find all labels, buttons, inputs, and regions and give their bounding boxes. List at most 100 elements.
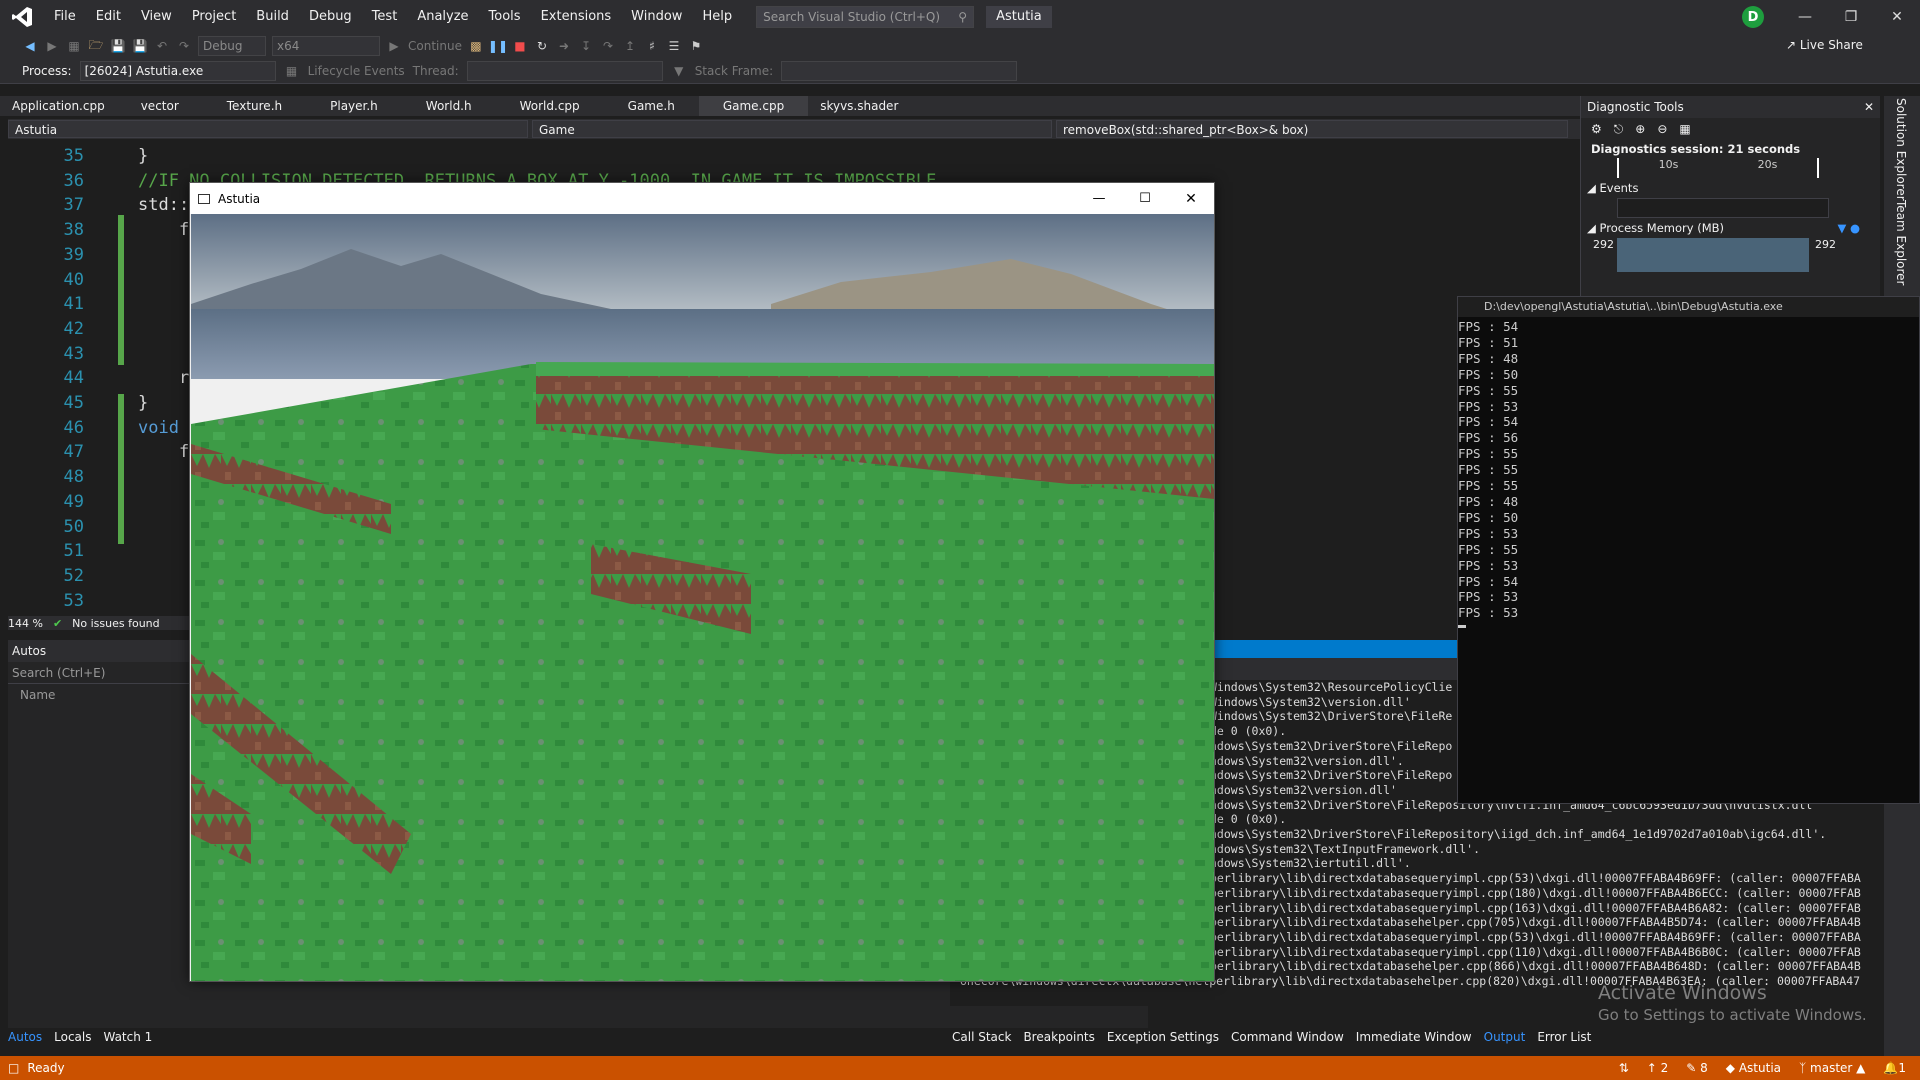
process-combo[interactable]: [26024] Astutia.exe: [79, 60, 276, 81]
menu-file[interactable]: File: [44, 0, 86, 34]
game-close-icon[interactable]: ✕: [1168, 191, 1214, 207]
open-folder-icon[interactable]: 🗁: [88, 38, 104, 54]
menu-project[interactable]: Project: [182, 0, 246, 34]
tab-call-stack[interactable]: Call Stack: [952, 1030, 1011, 1048]
up-arrow-icon[interactable]: ↑ 2: [1647, 1061, 1669, 1075]
issues-status[interactable]: No issues found: [72, 617, 159, 630]
events-section[interactable]: ◢ Events: [1581, 178, 1880, 198]
tab-player-h[interactable]: Player.h: [306, 96, 402, 116]
platform-combo[interactable]: x64: [272, 36, 380, 56]
save-all-icon[interactable]: 💾: [132, 38, 148, 54]
tab-autos[interactable]: Autos: [8, 1030, 42, 1048]
tab-output[interactable]: Output: [1484, 1030, 1526, 1048]
tab-world-cpp[interactable]: World.cpp: [496, 96, 604, 116]
fps-line: FPS : 55: [1458, 462, 1519, 478]
tab-application-cpp[interactable]: Application.cpp: [0, 96, 117, 116]
step-over-icon[interactable]: ↷: [600, 38, 616, 54]
close-icon[interactable]: ✕: [1864, 96, 1874, 118]
step-into-icon[interactable]: ↧: [578, 38, 594, 54]
menu-window[interactable]: Window: [621, 0, 692, 34]
tab-error-list[interactable]: Error List: [1537, 1030, 1591, 1048]
notification-icon[interactable]: 🔔1: [1883, 1061, 1906, 1075]
thread-combo[interactable]: [466, 60, 663, 81]
forward-icon[interactable]: ▶: [44, 38, 60, 54]
menu-build[interactable]: Build: [246, 0, 299, 34]
tab-game-h[interactable]: Game.h: [604, 96, 699, 116]
back-icon[interactable]: ◀: [22, 38, 38, 54]
tab-locals[interactable]: Locals: [54, 1030, 91, 1048]
process-memory-section[interactable]: ◢ Process Memory (MB) ▼ ●: [1581, 218, 1880, 238]
configuration-combo[interactable]: Debug: [198, 36, 266, 56]
stop-icon[interactable]: ■: [512, 38, 528, 54]
tab-vector[interactable]: vector: [117, 96, 203, 116]
tab-exception-settings[interactable]: Exception Settings: [1107, 1030, 1219, 1048]
tab-command-window[interactable]: Command Window: [1231, 1030, 1344, 1048]
zoom-out-icon[interactable]: ⊖: [1657, 122, 1667, 136]
menu-tools[interactable]: Tools: [479, 0, 531, 34]
tab-immediate-window[interactable]: Immediate Window: [1356, 1030, 1472, 1048]
zoom-combo[interactable]: 144 %: [8, 617, 43, 630]
reset-view-icon[interactable]: ▦: [1679, 122, 1690, 136]
game-minimize-icon[interactable]: —: [1076, 191, 1122, 207]
menu-debug[interactable]: Debug: [299, 0, 362, 34]
publish-icon[interactable]: ⇅: [1619, 1061, 1629, 1075]
settings-icon[interactable]: ⚙: [1591, 122, 1602, 136]
branch-name: master: [1810, 1061, 1853, 1075]
team-explorer-tab[interactable]: Team Explorer: [1894, 200, 1908, 286]
bookmark-icon[interactable]: ⚑: [688, 38, 704, 54]
undo-icon[interactable]: ↶: [154, 38, 170, 54]
user-avatar[interactable]: D: [1742, 6, 1764, 28]
restore-icon[interactable]: ❐: [1828, 0, 1874, 34]
fps-line: FPS : 54: [1458, 573, 1519, 589]
threads-icon[interactable]: ☰: [666, 38, 682, 54]
console-window[interactable]: D:\dev\opengl\Astutia\Astutia\..\bin\Deb…: [1457, 296, 1920, 804]
repo-icon[interactable]: ◆ Astutia: [1726, 1061, 1781, 1075]
export-icon[interactable]: ⎋: [1614, 122, 1624, 137]
game-maximize-icon[interactable]: ☐: [1122, 191, 1168, 207]
hex-icon[interactable]: ♯: [644, 38, 660, 54]
pencil-icon[interactable]: ✎ 8: [1686, 1061, 1708, 1075]
menu-edit[interactable]: Edit: [86, 0, 131, 34]
scope-nav-combo[interactable]: Game: [532, 120, 1052, 138]
menu-analyze[interactable]: Analyze: [407, 0, 478, 34]
branch-icon[interactable]: ᛉ master ▲: [1799, 1061, 1865, 1075]
filter-icon[interactable]: ▼: [671, 63, 687, 79]
save-icon[interactable]: 💾: [110, 38, 126, 54]
menu-view[interactable]: View: [131, 0, 182, 34]
game-viewport[interactable]: [191, 214, 1214, 981]
game-window[interactable]: Astutia — ☐ ✕: [189, 182, 1215, 982]
project-nav-combo[interactable]: Astutia: [8, 120, 528, 138]
events-track[interactable]: [1617, 198, 1829, 218]
show-next-statement-icon[interactable]: ➜: [556, 38, 572, 54]
menu-extensions[interactable]: Extensions: [531, 0, 622, 34]
redo-icon[interactable]: ↷: [176, 38, 192, 54]
member-nav-combo[interactable]: removeBox(std::shared_ptr<Box>& box): [1056, 120, 1568, 138]
output-line: de 0 (0x0).: [1210, 812, 1287, 827]
lifecycle-events-combo[interactable]: Lifecycle Events: [308, 64, 405, 78]
minimize-icon[interactable]: —: [1782, 0, 1828, 34]
step-out-icon[interactable]: ↥: [622, 38, 638, 54]
timeline-ruler[interactable]: 10s 20s: [1617, 158, 1819, 178]
stack-frame-combo[interactable]: [781, 60, 1018, 81]
close-icon[interactable]: ✕: [1874, 0, 1920, 34]
menu-help[interactable]: Help: [692, 0, 742, 34]
continue-play-icon[interactable]: ▶: [386, 38, 402, 54]
pause-icon[interactable]: ❚❚: [488, 38, 508, 54]
process-icon[interactable]: ▩: [468, 38, 484, 54]
search-input[interactable]: Search Visual Studio (Ctrl+Q) ⚲: [756, 6, 975, 28]
process-label: Process:: [22, 63, 72, 78]
tab-watch-1[interactable]: Watch 1: [103, 1030, 152, 1048]
live-share-button[interactable]: ↗ Live Share: [1786, 38, 1863, 52]
restart-icon[interactable]: ↻: [534, 38, 550, 54]
continue-button[interactable]: Continue: [408, 39, 462, 53]
tab-world-h[interactable]: World.h: [402, 96, 496, 116]
tab-texture-h[interactable]: Texture.h: [203, 96, 306, 116]
new-item-icon[interactable]: ▦: [66, 38, 82, 54]
tab-game-cpp[interactable]: Game.cpp: [698, 96, 809, 116]
snapshot-marker-icon: ▼ ●: [1837, 221, 1860, 235]
tab-skyvs-shader[interactable]: skyvs.shader: [808, 96, 910, 116]
solution-explorer-tab[interactable]: Solution Explorer: [1894, 98, 1908, 201]
menu-test[interactable]: Test: [362, 0, 408, 34]
zoom-in-icon[interactable]: ⊕: [1635, 122, 1645, 136]
tab-breakpoints[interactable]: Breakpoints: [1023, 1030, 1094, 1048]
